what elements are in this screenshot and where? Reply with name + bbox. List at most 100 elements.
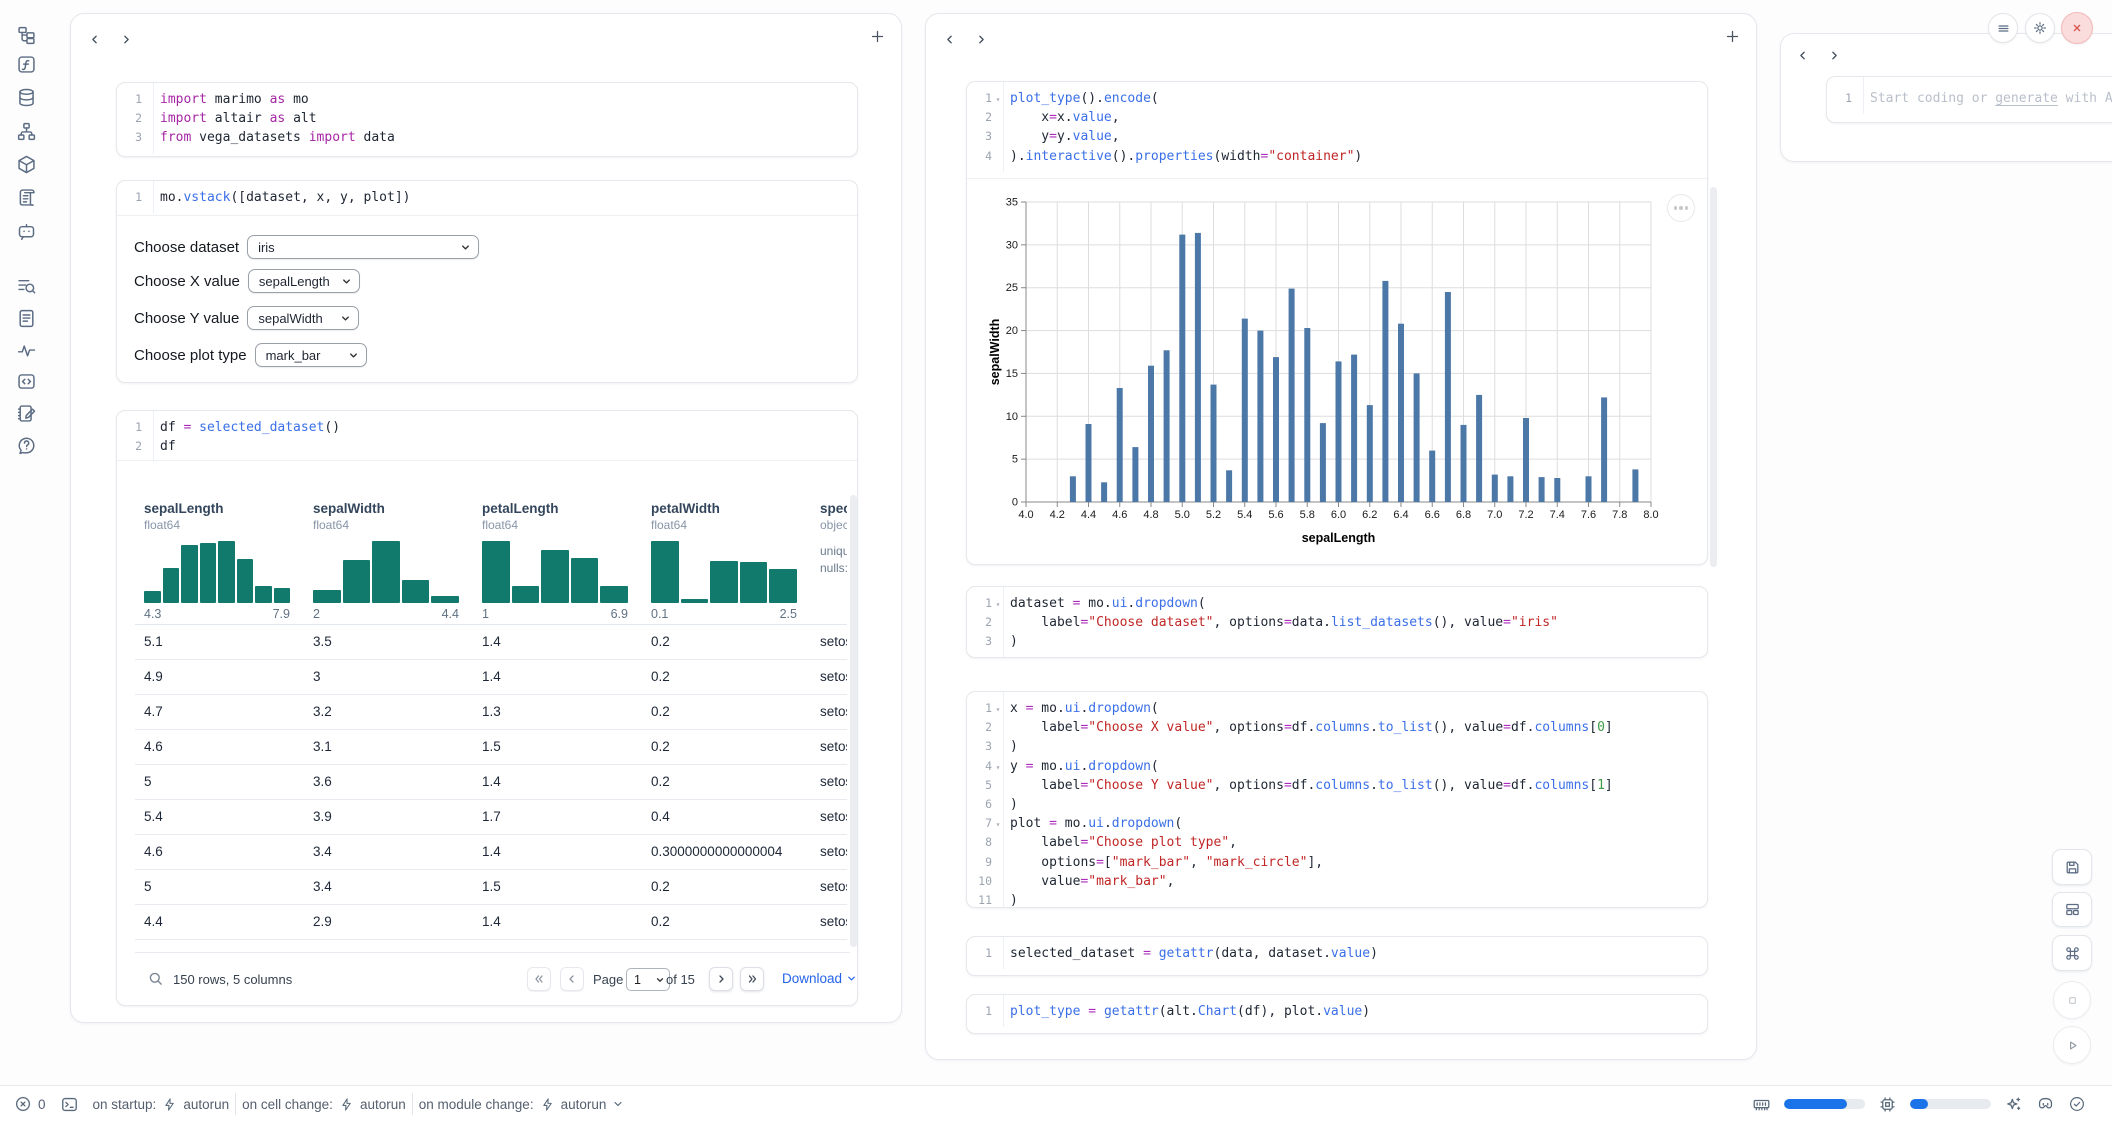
first-page-button[interactable] [527, 967, 551, 991]
x-value-dropdown[interactable]: sepalLength [248, 269, 360, 293]
terminal-icon[interactable] [60, 1095, 79, 1114]
save-button[interactable] [2052, 849, 2092, 885]
column-left-icon[interactable] [940, 30, 958, 48]
column-left-icon[interactable] [1793, 46, 1811, 64]
table-search-icon[interactable] [147, 970, 164, 987]
code-cell-dataset-dropdown[interactable]: 1▾dataset = mo.ui.dropdown(2 label="Choo… [966, 586, 1708, 658]
code-cell-dataframe[interactable]: 1df = selected_dataset()2df sepalLengthf… [116, 410, 858, 1006]
sidebar-item-file-tree[interactable] [16, 25, 38, 47]
column-header-sepalWidth[interactable]: sepalWidthfloat6424.4 [304, 491, 473, 624]
table-cell: 1.5 [473, 940, 642, 951]
column-header-petalWidth[interactable]: petalWidthfloat640.12.5 [642, 491, 811, 624]
sidebar-item-package[interactable] [16, 154, 38, 176]
line-number: 4 [967, 147, 992, 166]
svg-text:5.0: 5.0 [1175, 509, 1190, 521]
svg-text:7.0: 7.0 [1487, 509, 1502, 521]
runtime-config-2[interactable]: on cell change:autorun [242, 1097, 406, 1112]
y-value-dropdown[interactable]: sepalWidth [247, 306, 359, 330]
fold-chevron-icon[interactable]: ▾ [993, 758, 1003, 777]
chevron-down-icon [340, 313, 351, 324]
empty-code-cell[interactable]: 1 Start coding or generate with AI [1826, 76, 2112, 123]
column-scrollbar[interactable] [1710, 187, 1717, 567]
column-header-species[interactable]: speciesobjectunique:nulls: [811, 491, 847, 624]
line-number: 3 [967, 632, 992, 651]
menu-button[interactable] [1988, 13, 2018, 43]
sidebar-item-dependency-graph[interactable] [16, 121, 38, 143]
column-header-sepalLength[interactable]: sepalLengthfloat644.37.9 [135, 491, 304, 624]
svg-text:6.6: 6.6 [1425, 509, 1440, 521]
sidebar-item-scratchpad[interactable] [16, 403, 38, 425]
code-line: 4▾y = mo.ui.dropdown( [967, 757, 1707, 776]
table-cell: 1.4 [473, 660, 642, 694]
dropdown-label: Choose dataset [134, 239, 239, 256]
run-button[interactable] [2053, 1026, 2091, 1064]
column-right-icon[interactable] [972, 30, 990, 48]
code-line: 10 value="mark_bar", [967, 872, 1707, 891]
copilot-icon[interactable] [2036, 1095, 2055, 1114]
cell-placeholder[interactable]: Start coding or generate with AI [1870, 89, 2112, 108]
line-number: 10 [967, 872, 992, 891]
table-cell: 1.5 [473, 870, 642, 904]
table-cell: 5.1 [135, 625, 304, 659]
line-number: 11 [967, 891, 992, 908]
settings-button[interactable] [2025, 13, 2055, 43]
sidebar-item-snippets[interactable] [16, 371, 38, 393]
column-right-icon[interactable] [1825, 46, 1843, 64]
table-scrollbar[interactable] [850, 495, 857, 947]
next-page-button[interactable] [709, 967, 733, 991]
sidebar-item-ai-chat[interactable] [16, 221, 38, 243]
notebook-column-2: 1▾plot_type().encode(2 x=x.value,3 y=y.v… [925, 13, 1757, 1060]
fold-chevron-icon[interactable]: ▾ [993, 815, 1003, 834]
shutdown-button[interactable] [2061, 12, 2093, 44]
fold-chevron-icon[interactable]: ▾ [993, 700, 1003, 719]
svg-text:7.8: 7.8 [1612, 509, 1627, 521]
stop-button[interactable] [2053, 981, 2091, 1019]
table-cell: 0.2 [642, 765, 811, 799]
sidebar-item-search-logs[interactable] [16, 275, 38, 297]
connection-status-icon[interactable] [2068, 1095, 2086, 1113]
code-cell-selected-dataset[interactable]: 1selected_dataset = getattr(data, datase… [966, 936, 1708, 976]
fold-chevron-icon[interactable]: ▾ [993, 90, 1003, 109]
sidebar-item-functions[interactable] [16, 54, 38, 76]
add-cell-icon[interactable] [1724, 28, 1744, 48]
column-header-petalLength[interactable]: petalLengthfloat6416.9 [473, 491, 642, 624]
dataset-dropdown[interactable]: iris [247, 235, 479, 259]
svg-text:8.0: 8.0 [1643, 509, 1658, 521]
code-line: 1▾x = mo.ui.dropdown( [967, 699, 1707, 718]
sidebar-item-help[interactable] [16, 435, 38, 457]
sidebar-item-activity[interactable] [16, 340, 38, 362]
runtime-config-3[interactable]: on module change:autorun [419, 1097, 625, 1112]
chart-menu-icon[interactable] [1667, 194, 1695, 222]
runtime-config-1[interactable]: on startup:autorun [93, 1097, 230, 1112]
table-cell: 3.1 [304, 730, 473, 764]
plot-type-dropdown[interactable]: mark_bar [255, 343, 367, 367]
play-icon [2065, 1038, 2080, 1053]
last-page-button[interactable] [740, 967, 764, 991]
code-line: 3) [967, 737, 1707, 756]
fold-chevron-icon[interactable]: ▾ [993, 595, 1003, 614]
code-cell-vstack[interactable]: 1mo.vstack([dataset, x, y, plot]) Choose… [116, 180, 858, 383]
code-cell-imports[interactable]: 1import marimo as mo2import altair as al… [116, 82, 858, 157]
command-palette-button[interactable] [2052, 935, 2092, 971]
chevron-down-icon [655, 975, 665, 985]
page-select[interactable]: 1 [626, 968, 670, 991]
column-min-max: 24.4 [313, 607, 459, 624]
column-left-icon[interactable] [85, 30, 103, 48]
prev-page-button[interactable] [560, 967, 584, 991]
hamburger-menu-icon [1996, 21, 2011, 36]
table-row: 53.61.40.2setosa [135, 765, 847, 800]
add-cell-icon[interactable] [869, 28, 889, 48]
error-counter[interactable]: 0 [14, 1095, 46, 1113]
sidebar-item-document[interactable] [16, 308, 38, 330]
column-right-icon[interactable] [117, 30, 135, 48]
layout-toggle-button[interactable] [2052, 892, 2092, 927]
sidebar-item-script[interactable] [16, 187, 38, 209]
generate-with-ai-link[interactable]: generate [1995, 91, 2058, 106]
code-cell-xy-plot-dropdowns[interactable]: 1▾x = mo.ui.dropdown(2 label="Choose X v… [966, 691, 1708, 908]
download-link[interactable]: Download [782, 971, 857, 986]
code-cell-plot-type[interactable]: 1plot_type = getattr(alt.Chart(df), plot… [966, 994, 1708, 1034]
sidebar-item-database[interactable] [16, 87, 38, 109]
code-cell-chart[interactable]: 1▾plot_type().encode(2 x=x.value,3 y=y.v… [966, 81, 1708, 565]
altair-bar-chart[interactable]: 4.04.24.44.64.85.05.25.45.65.86.06.26.46… [987, 185, 1687, 550]
ai-sparkle-icon[interactable] [2004, 1095, 2023, 1114]
